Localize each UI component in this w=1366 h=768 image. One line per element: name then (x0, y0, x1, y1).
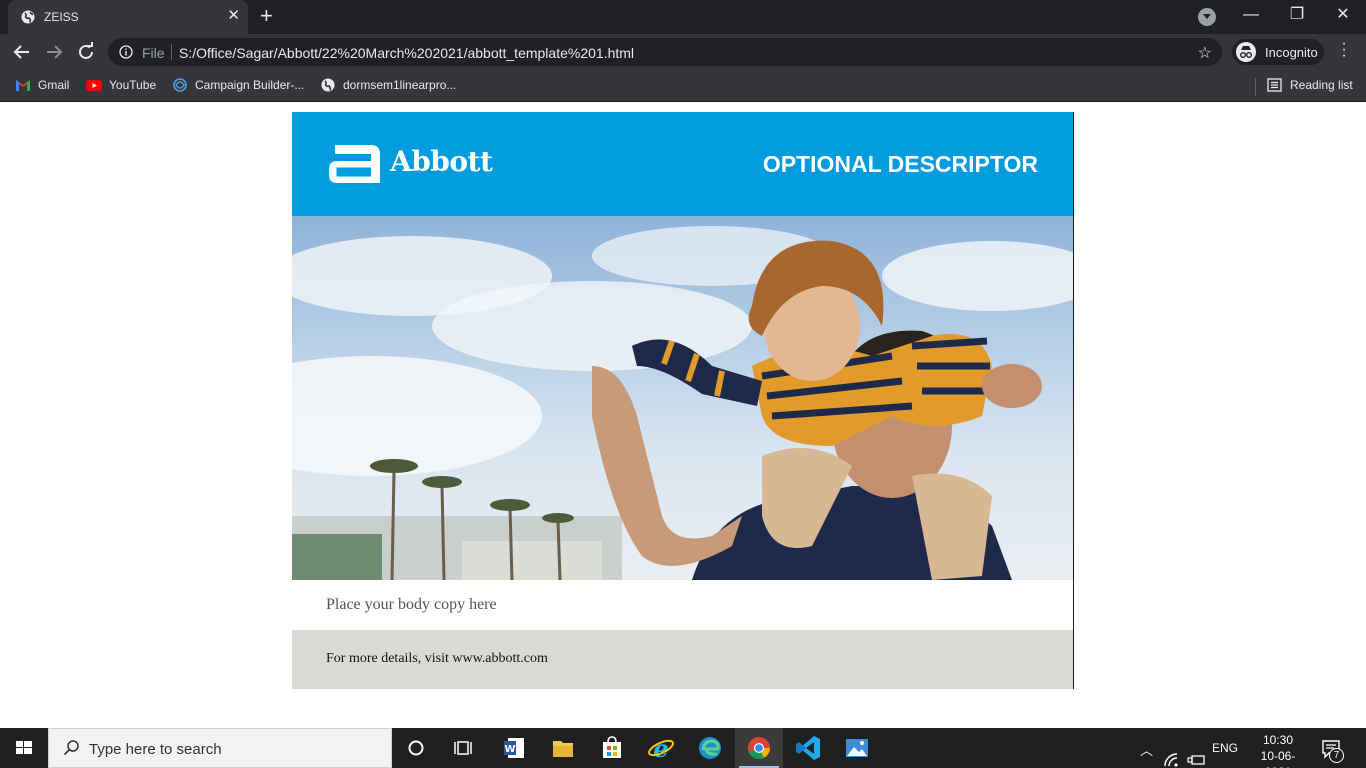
cortana-icon[interactable] (392, 728, 440, 768)
gmail-icon (16, 80, 30, 91)
info-icon[interactable] (119, 45, 133, 59)
footer-text: For more details, visit www.abbott.com (326, 651, 548, 666)
svg-text:e: e (653, 734, 668, 763)
new-tab-button[interactable]: + (260, 5, 273, 27)
battery-icon[interactable] (1187, 740, 1205, 768)
reload-icon[interactable] (74, 40, 98, 64)
taskbar-search-box[interactable]: Type here to search (48, 728, 392, 768)
task-view-icon[interactable] (440, 728, 488, 768)
windows-start-icon[interactable] (0, 728, 48, 768)
hero-photo-father-and-child (292, 226, 1073, 580)
abbott-logo-mark (329, 145, 380, 183)
globe-icon (321, 78, 335, 92)
bookmarks-separator (1255, 78, 1256, 96)
bookmark-label: Gmail (38, 78, 70, 92)
abbott-wordmark: Abbott (390, 145, 493, 178)
bookmark-label: dormsem1linearpro... (343, 78, 457, 92)
file-scheme-label: File (142, 45, 165, 61)
clock-date: 10-06-2021 (1260, 749, 1296, 768)
bookmark-label: YouTube (109, 78, 157, 92)
edge-icon[interactable] (686, 728, 734, 768)
bookmark-gmail[interactable]: Gmail (15, 77, 75, 95)
show-hidden-icons-chevron[interactable]: ︿ (1140, 740, 1153, 768)
svg-text:W: W (504, 744, 515, 755)
file-explorer-icon[interactable] (539, 728, 587, 768)
search-icon (63, 740, 79, 756)
body-copy-text: Place your body copy here (326, 596, 497, 613)
restore-button[interactable]: ❐ (1274, 0, 1320, 30)
bookmark-dormsem[interactable]: dormsem1linearpro... (320, 77, 460, 95)
incognito-label: Incognito (1265, 45, 1318, 60)
minimize-button[interactable]: — (1228, 0, 1274, 30)
youtube-icon (86, 80, 102, 91)
windows-taskbar: Type here to search W e ︿ ENG 10:30 10-0… (0, 728, 1366, 768)
campaign-builder-icon (173, 78, 187, 92)
browser-menu-icon[interactable]: · · · (1336, 36, 1352, 64)
bookmarks-bar: Gmail YouTube Campaign Builder-... dorms… (0, 70, 1366, 102)
reading-list-label: Reading list (1290, 78, 1353, 92)
language-indicator[interactable]: ENG (1212, 741, 1238, 768)
reading-list-button[interactable]: Reading list (1267, 77, 1357, 95)
browser-tab[interactable]: ZEISS ✕ (8, 0, 248, 34)
bookmark-star-icon[interactable]: ☆ (1198, 43, 1212, 63)
wifi-icon[interactable] (1163, 740, 1179, 768)
optional-descriptor: OPTIONAL DESCRIPTOR (762, 151, 1038, 177)
email-footer: For more details, visit www.abbott.com (292, 630, 1073, 689)
reading-list-icon (1267, 78, 1282, 92)
incognito-icon (1236, 42, 1256, 62)
chrome-icon (748, 737, 770, 759)
forward-arrow-icon[interactable] (42, 40, 66, 64)
body-copy-section: Place your body copy here (292, 580, 1073, 630)
email-header: Abbott OPTIONAL DESCRIPTOR (292, 112, 1073, 216)
photos-icon[interactable] (833, 728, 881, 768)
address-bar[interactable]: File S:/Office/Sagar/Abbott/22%20March%2… (108, 38, 1222, 66)
tab-search-button[interactable] (1198, 8, 1216, 26)
close-window-button[interactable]: ✕ (1320, 0, 1366, 30)
close-tab-icon[interactable]: ✕ (227, 8, 240, 24)
word-icon[interactable]: W (490, 728, 538, 768)
back-arrow-icon[interactable] (10, 40, 34, 64)
chrome-taskbar-button[interactable] (735, 728, 783, 768)
bookmark-campaign-builder[interactable]: Campaign Builder-... (172, 77, 306, 95)
notification-count-badge: 7 (1329, 748, 1344, 763)
bookmark-youtube[interactable]: YouTube (86, 77, 158, 95)
vscode-icon[interactable] (784, 728, 832, 768)
clock-time: 10:30 (1262, 733, 1294, 747)
store-icon[interactable] (588, 728, 636, 768)
browser-toolbar: File S:/Office/Sagar/Abbott/22%20March%2… (0, 34, 1366, 70)
hero-image (292, 216, 1073, 580)
tab-title: ZEISS (44, 10, 79, 24)
action-center-button[interactable]: 7 (1316, 736, 1346, 763)
globe-icon (21, 10, 35, 24)
address-separator (171, 44, 172, 60)
bookmark-label: Campaign Builder-... (195, 78, 305, 92)
browser-tab-strip: ZEISS ✕ + — ❐ ✕ (0, 0, 1366, 34)
system-clock[interactable]: 10:30 10-06-2021 (1250, 732, 1306, 768)
email-template: Abbott OPTIONAL DESCRIPTOR Place your bo… (292, 112, 1074, 689)
incognito-indicator[interactable]: Incognito (1232, 39, 1324, 65)
url-text[interactable]: S:/Office/Sagar/Abbott/22%20March%202021… (179, 45, 634, 61)
internet-explorer-icon[interactable]: e (637, 728, 685, 768)
search-placeholder: Type here to search (89, 741, 222, 758)
chevron-down-icon (1203, 14, 1211, 19)
